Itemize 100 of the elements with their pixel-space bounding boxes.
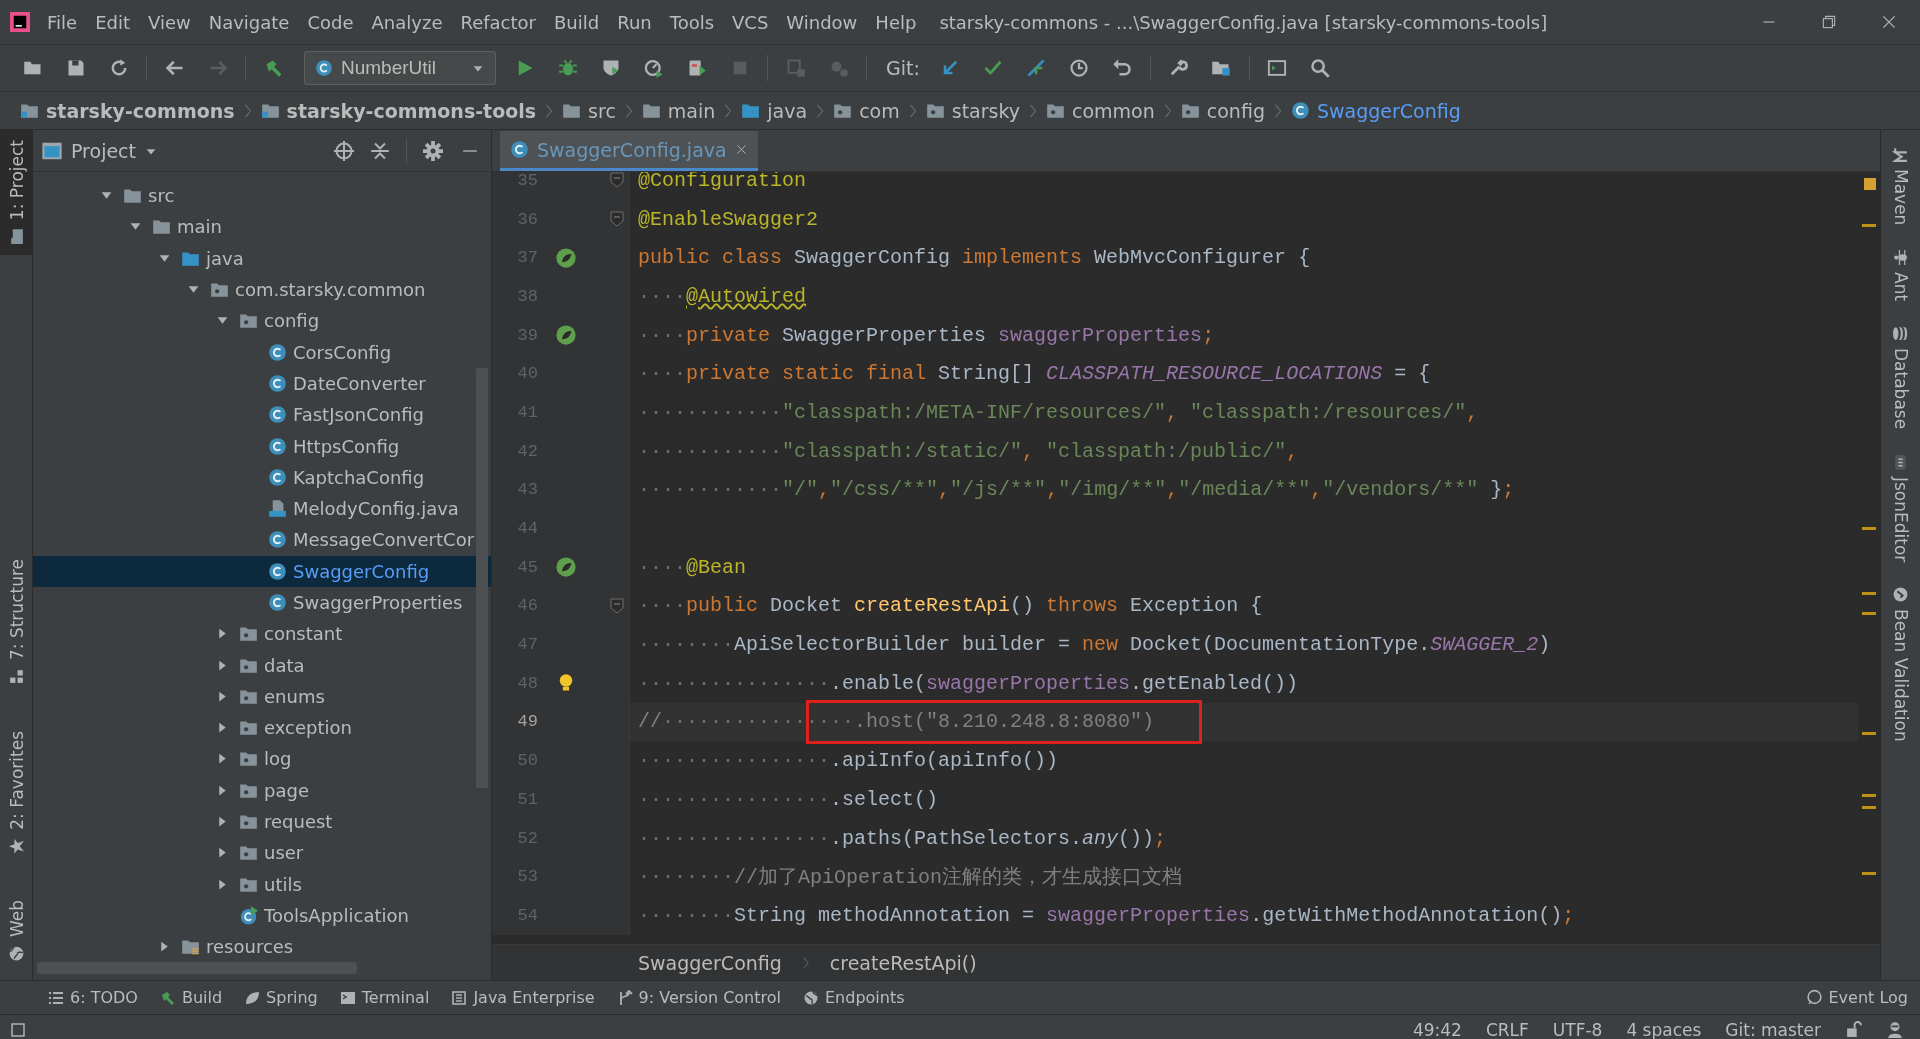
tree-item[interactable]: DateConverter	[33, 367, 491, 400]
tree-item[interactable]: resources	[33, 931, 491, 963]
tree-item[interactable]: exception	[33, 712, 491, 744]
tool-window-button[interactable]: Maven	[1881, 142, 1920, 230]
run-configuration-dropdown[interactable]: NumberUtil	[304, 51, 496, 85]
menu-item[interactable]: VCS	[723, 7, 778, 37]
menu-item[interactable]: Build	[545, 7, 609, 37]
bean-gutter-icon[interactable]	[555, 246, 577, 269]
file-encoding[interactable]: UTF-8	[1552, 1019, 1603, 1039]
tool-window-button[interactable]: Ant	[1881, 245, 1920, 306]
breadcrumb-item[interactable]: SwaggerConfig	[1284, 99, 1467, 122]
tree-item[interactable]: constant	[33, 618, 491, 650]
tree-item[interactable]: ToolsApplication	[33, 899, 491, 932]
git-branch[interactable]: Git: master	[1725, 1019, 1821, 1039]
check-icon[interactable]	[983, 58, 1004, 78]
wrench-icon[interactable]	[1168, 58, 1189, 78]
bug-icon[interactable]	[557, 58, 578, 78]
tree-item[interactable]: CorsConfig	[33, 336, 491, 368]
project-view-dropdown[interactable]: Project	[41, 139, 158, 162]
tool-window-button[interactable]: Build	[159, 988, 223, 1008]
menu-item[interactable]: Edit	[86, 7, 139, 37]
bean-gutter-icon[interactable]	[555, 324, 577, 347]
tool-window-button[interactable]: 7: Structure	[0, 548, 33, 695]
close-icon[interactable]	[734, 143, 748, 156]
tool-window-button[interactable]: Java Enterprise	[451, 988, 595, 1008]
gauge-icon[interactable]	[643, 58, 664, 78]
tree-item[interactable]: request	[33, 805, 491, 838]
search-icon[interactable]	[1310, 58, 1331, 78]
restore-icon[interactable]	[1820, 13, 1838, 31]
square-icon[interactable]	[10, 1021, 26, 1038]
breadcrumb-item[interactable]: config	[1174, 99, 1271, 122]
menu-item[interactable]: View	[139, 7, 200, 37]
tool-window-button[interactable]: JsonEditor	[1881, 449, 1920, 566]
tree-item[interactable]: java	[33, 242, 491, 274]
tree-item[interactable]: main	[33, 211, 491, 243]
tree-item[interactable]: data	[33, 649, 491, 681]
tree-item[interactable]: user	[33, 837, 491, 869]
menu-item[interactable]: File	[38, 7, 87, 37]
undo-icon[interactable]	[1112, 58, 1133, 78]
back-arrow-icon[interactable]	[164, 58, 185, 78]
menu-item[interactable]: Help	[866, 7, 926, 37]
breadcrumb-item[interactable]: starsky-commons	[14, 99, 241, 122]
menu-item[interactable]: Navigate	[199, 7, 299, 37]
tree-item[interactable]: src	[33, 180, 491, 212]
tree-item[interactable]: config	[33, 305, 491, 337]
tool-window-button[interactable]: Database	[1881, 321, 1920, 434]
tool-window-button[interactable]: 9: Version Control	[616, 988, 781, 1008]
vertical-scrollbar[interactable]	[476, 368, 488, 788]
tree-item[interactable]: enums	[33, 680, 491, 713]
breadcrumb-item[interactable]: com	[827, 99, 906, 122]
tree-item[interactable]: MelodyConfig.java	[33, 492, 491, 525]
tree-item[interactable]: page	[33, 774, 491, 806]
crosshair-icon[interactable]	[334, 140, 354, 161]
clock-icon[interactable]	[1069, 58, 1090, 78]
breadcrumb-item[interactable]: starsky	[919, 99, 1027, 122]
tool-window-button[interactable]: 6: TODO	[48, 988, 138, 1008]
tree-item[interactable]: log	[33, 743, 491, 775]
close-icon[interactable]	[1880, 13, 1898, 31]
tool-window-button[interactable]: Terminal	[339, 988, 430, 1008]
window-icon[interactable]	[1267, 58, 1288, 78]
tree-item[interactable]: KaptchaConfig	[33, 461, 491, 493]
caret-position[interactable]: 49:42	[1412, 1019, 1462, 1039]
inspector-icon[interactable]	[1886, 1020, 1904, 1039]
menu-item[interactable]: Window	[777, 7, 867, 37]
lock-icon[interactable]	[1845, 1021, 1862, 1039]
gear-icon[interactable]	[423, 140, 443, 161]
tree-item[interactable]: FastJsonConfig	[33, 399, 491, 431]
fold-marker-icon[interactable]	[609, 211, 625, 228]
fold-marker-icon[interactable]	[609, 597, 625, 614]
tree-item[interactable]: MessageConvertCor	[33, 524, 491, 556]
menu-item[interactable]: Refactor	[451, 7, 545, 37]
bean-gutter-icon[interactable]	[555, 556, 577, 579]
breadcrumb-item[interactable]: common	[1040, 99, 1161, 122]
menu-item[interactable]: Analyze	[362, 7, 452, 37]
tool-window-button[interactable]: Endpoints	[803, 988, 905, 1008]
breadcrumb-item[interactable]: main	[635, 99, 722, 122]
line-separator[interactable]: CRLF	[1485, 1019, 1529, 1039]
tool-window-button[interactable]: 2: Favorites	[0, 720, 33, 865]
breadcrumb-item[interactable]: java	[735, 99, 814, 122]
tool-window-button[interactable]: 1: Project	[0, 130, 33, 256]
breadcrumb-item[interactable]: createRestApi()	[821, 951, 985, 974]
tool-window-button[interactable]: Bean Validation	[1881, 581, 1920, 746]
tree-item[interactable]: HttpsConfig	[33, 430, 491, 462]
menu-item[interactable]: Run	[608, 7, 661, 37]
breadcrumb-item[interactable]: src	[556, 99, 622, 122]
tree-item[interactable]: com.starsky.common	[33, 273, 491, 306]
tree-item[interactable]: SwaggerConfig	[33, 555, 491, 587]
menu-item[interactable]: Code	[298, 7, 363, 37]
tree-item[interactable]: SwaggerProperties	[33, 586, 491, 619]
menu-item[interactable]: Tools	[660, 7, 724, 37]
collapse-icon[interactable]	[370, 140, 390, 161]
breadcrumb-item[interactable]: starsky-commons-tools	[254, 99, 543, 122]
indent-setting[interactable]: 4 spaces	[1626, 1019, 1702, 1039]
tool-window-button[interactable]: Web	[0, 890, 33, 973]
fold-marker-icon[interactable]	[609, 172, 625, 189]
event-log-button[interactable]: Event Log	[1805, 988, 1908, 1008]
tree-item[interactable]: utils	[33, 868, 491, 900]
tool-window-button[interactable]: Spring	[244, 988, 318, 1008]
merge-arrows-icon[interactable]	[1026, 58, 1047, 78]
breadcrumb-item[interactable]: SwaggerConfig	[630, 951, 790, 974]
